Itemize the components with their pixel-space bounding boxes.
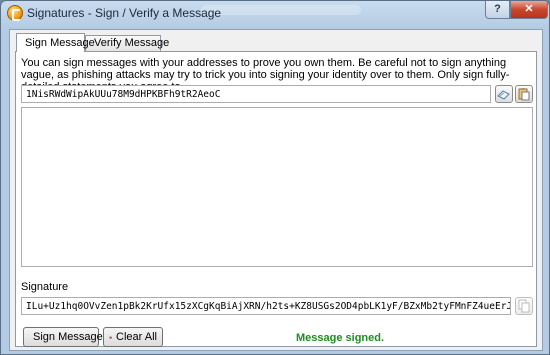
signatures-window: Signatures - Sign / Verify a Message ? ✕…: [0, 0, 550, 355]
paste-icon: [518, 88, 530, 101]
sign-message-label: Sign Message: [33, 331, 103, 343]
address-input[interactable]: 1NisRWdWipAkUUu78M9dHPKBFh9tR2AeoC: [21, 85, 491, 103]
clear-all-label: Clear All: [116, 331, 157, 343]
paste-button[interactable]: [515, 85, 533, 103]
tab-verify-message[interactable]: Verify Message: [85, 35, 169, 51]
signature-label: Signature: [21, 281, 69, 293]
close-button[interactable]: ✕: [510, 1, 548, 19]
title-bar[interactable]: Signatures - Sign / Verify a Message ? ✕: [1, 1, 549, 25]
sign-message-button[interactable]: Sign Message: [23, 327, 103, 347]
copy-icon: [518, 299, 530, 313]
copy-signature-button[interactable]: [515, 297, 533, 315]
signature-output[interactable]: ILu+Uz1hq0OVvZen1pBk2KrUfx15zXCgKqBiAjXR…: [21, 297, 511, 315]
message-textarea[interactable]: [21, 107, 533, 267]
address-book-button[interactable]: [495, 85, 513, 103]
dialog-client-area: Sign Message Verify Message You can sign…: [9, 29, 543, 351]
tab-sign-message[interactable]: Sign Message: [16, 33, 95, 52]
eraser-icon: [109, 336, 112, 338]
status-message: Message signed.: [296, 332, 385, 344]
address-book-icon: [497, 90, 510, 100]
clear-all-button[interactable]: Clear All: [103, 327, 163, 347]
sign-message-panel: You can sign messages with your addresse…: [15, 51, 537, 347]
titlebar-glare: [201, 5, 361, 15]
window-title: Signatures - Sign / Verify a Message: [27, 6, 222, 20]
help-button[interactable]: ?: [485, 1, 510, 19]
app-logo-icon: [7, 5, 23, 21]
